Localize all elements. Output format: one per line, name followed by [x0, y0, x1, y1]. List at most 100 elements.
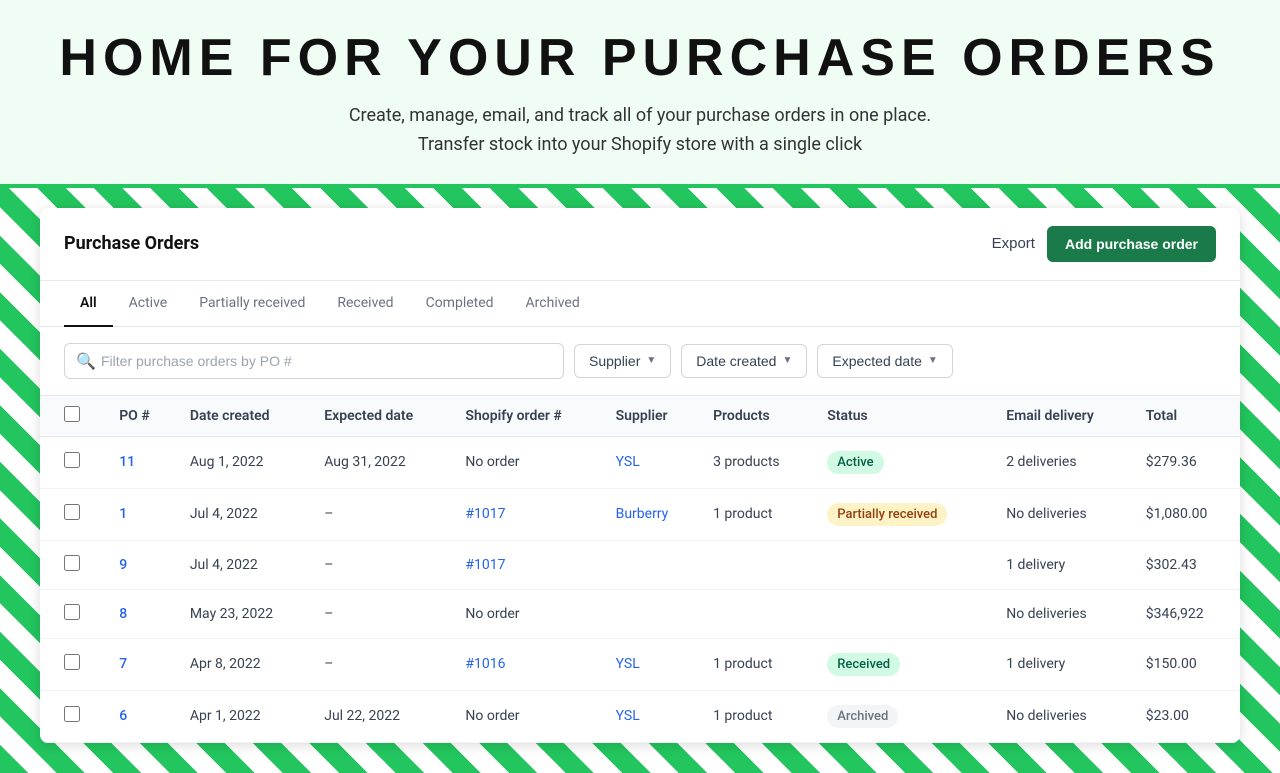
expected-date-chevron-icon: ▼	[928, 355, 938, 366]
status-badge: Archived	[827, 705, 898, 728]
shopify-order-cell: #1017	[451, 488, 601, 540]
po-link[interactable]: 1	[119, 506, 127, 522]
supplier-cell: YSL	[602, 436, 699, 488]
status-cell: Received	[813, 638, 992, 690]
status-cell	[813, 589, 992, 638]
status-badge: Received	[827, 653, 900, 676]
tab-received[interactable]: Received	[321, 281, 409, 327]
po-link[interactable]: 9	[119, 557, 127, 573]
row-checkbox[interactable]	[64, 604, 80, 620]
total-cell: $1,080.00	[1132, 488, 1240, 540]
col-header-date-created: Date created	[176, 395, 310, 436]
supplier-link[interactable]: Burberry	[616, 506, 669, 522]
export-button[interactable]: Export	[992, 235, 1035, 252]
expected-date-cell: Aug 31, 2022	[310, 436, 451, 488]
search-input[interactable]	[64, 343, 564, 379]
status-badge: Active	[827, 451, 883, 474]
table-row: 7 Apr 8, 2022 – #1016 YSL 1 product Rece…	[40, 638, 1240, 690]
hero-banner: HOME FOR YOUR PURCHASE ORDERS Create, ma…	[0, 0, 1280, 188]
total-cell: $23.00	[1132, 690, 1240, 742]
email-delivery-cell: 1 delivery	[992, 540, 1132, 589]
col-header-products: Products	[699, 395, 813, 436]
total-cell: $346,922	[1132, 589, 1240, 638]
expected-date-cell: –	[310, 638, 451, 690]
status-cell	[813, 540, 992, 589]
tab-active[interactable]: Active	[113, 281, 184, 327]
table-row: 8 May 23, 2022 – No order No deliveries …	[40, 589, 1240, 638]
row-checkbox[interactable]	[64, 654, 80, 670]
tab-partially-received[interactable]: Partially received	[183, 281, 321, 327]
total-cell: $302.43	[1132, 540, 1240, 589]
products-cell: 3 products	[699, 436, 813, 488]
col-header-shopify-order: Shopify order #	[451, 395, 601, 436]
col-header-total: Total	[1132, 395, 1240, 436]
hero-title: HOME FOR YOUR PURCHASE ORDERS	[40, 28, 1240, 88]
tab-archived[interactable]: Archived	[510, 281, 596, 327]
products-cell: 1 product	[699, 488, 813, 540]
email-delivery-cell: No deliveries	[992, 488, 1132, 540]
supplier-link[interactable]: YSL	[616, 656, 640, 672]
date-created-chevron-icon: ▼	[782, 355, 792, 366]
col-header-po: PO #	[105, 395, 176, 436]
status-cell: Archived	[813, 690, 992, 742]
supplier-cell	[602, 540, 699, 589]
supplier-filter-button[interactable]: Supplier ▼	[574, 344, 671, 378]
date-created-cell: Aug 1, 2022	[176, 436, 310, 488]
card-title: Purchase Orders	[64, 233, 199, 254]
products-cell: 1 product	[699, 690, 813, 742]
table-wrapper: PO # Date created Expected date Shopify …	[40, 395, 1240, 743]
table-row: 1 Jul 4, 2022 – #1017 Burberry 1 product…	[40, 488, 1240, 540]
tab-all[interactable]: All	[64, 281, 113, 327]
col-header-expected-date: Expected date	[310, 395, 451, 436]
supplier-cell: YSL	[602, 690, 699, 742]
add-purchase-order-button[interactable]: Add purchase order	[1047, 226, 1216, 262]
po-link[interactable]: 7	[119, 656, 127, 672]
tabs-bar: All Active Partially received Received C…	[40, 281, 1240, 327]
row-checkbox[interactable]	[64, 452, 80, 468]
products-cell: 1 product	[699, 638, 813, 690]
expected-date-cell: –	[310, 589, 451, 638]
search-icon: 🔍	[76, 351, 96, 370]
select-all-checkbox[interactable]	[64, 406, 80, 422]
date-created-cell: Apr 8, 2022	[176, 638, 310, 690]
col-header-supplier: Supplier	[602, 395, 699, 436]
supplier-link[interactable]: YSL	[616, 708, 640, 724]
col-header-status: Status	[813, 395, 992, 436]
shopify-order-cell: #1016	[451, 638, 601, 690]
table-row: 9 Jul 4, 2022 – #1017 1 delivery $302.43	[40, 540, 1240, 589]
table-row: 11 Aug 1, 2022 Aug 31, 2022 No order YSL…	[40, 436, 1240, 488]
row-checkbox[interactable]	[64, 504, 80, 520]
supplier-cell: YSL	[602, 638, 699, 690]
po-link[interactable]: 8	[119, 606, 127, 622]
status-cell: Partially received	[813, 488, 992, 540]
email-delivery-cell: No deliveries	[992, 589, 1132, 638]
expected-date-cell: –	[310, 540, 451, 589]
tab-completed[interactable]: Completed	[410, 281, 510, 327]
shopify-order-cell: #1017	[451, 540, 601, 589]
shopify-order-cell: No order	[451, 589, 601, 638]
email-delivery-cell: 2 deliveries	[992, 436, 1132, 488]
purchase-orders-table: PO # Date created Expected date Shopify …	[40, 395, 1240, 743]
card-header: Purchase Orders Export Add purchase orde…	[40, 208, 1240, 281]
status-cell: Active	[813, 436, 992, 488]
table-row: 6 Apr 1, 2022 Jul 22, 2022 No order YSL …	[40, 690, 1240, 742]
shopify-order-cell: No order	[451, 690, 601, 742]
supplier-chevron-icon: ▼	[646, 355, 656, 366]
products-cell	[699, 589, 813, 638]
date-created-cell: Jul 4, 2022	[176, 488, 310, 540]
email-delivery-cell: No deliveries	[992, 690, 1132, 742]
col-header-email-delivery: Email delivery	[992, 395, 1132, 436]
products-cell	[699, 540, 813, 589]
supplier-cell: Burberry	[602, 488, 699, 540]
expected-date-filter-button[interactable]: Expected date ▼	[817, 344, 952, 378]
row-checkbox[interactable]	[64, 555, 80, 571]
supplier-link[interactable]: YSL	[616, 454, 640, 470]
hero-subtitle: Create, manage, email, and track all of …	[40, 102, 1240, 160]
table-header-row: PO # Date created Expected date Shopify …	[40, 395, 1240, 436]
po-link[interactable]: 6	[119, 708, 127, 724]
date-created-filter-button[interactable]: Date created ▼	[681, 344, 807, 378]
po-link[interactable]: 11	[119, 454, 135, 470]
search-wrapper: 🔍	[64, 343, 564, 379]
date-created-cell: Apr 1, 2022	[176, 690, 310, 742]
email-delivery-cell: 1 delivery	[992, 638, 1132, 690]
